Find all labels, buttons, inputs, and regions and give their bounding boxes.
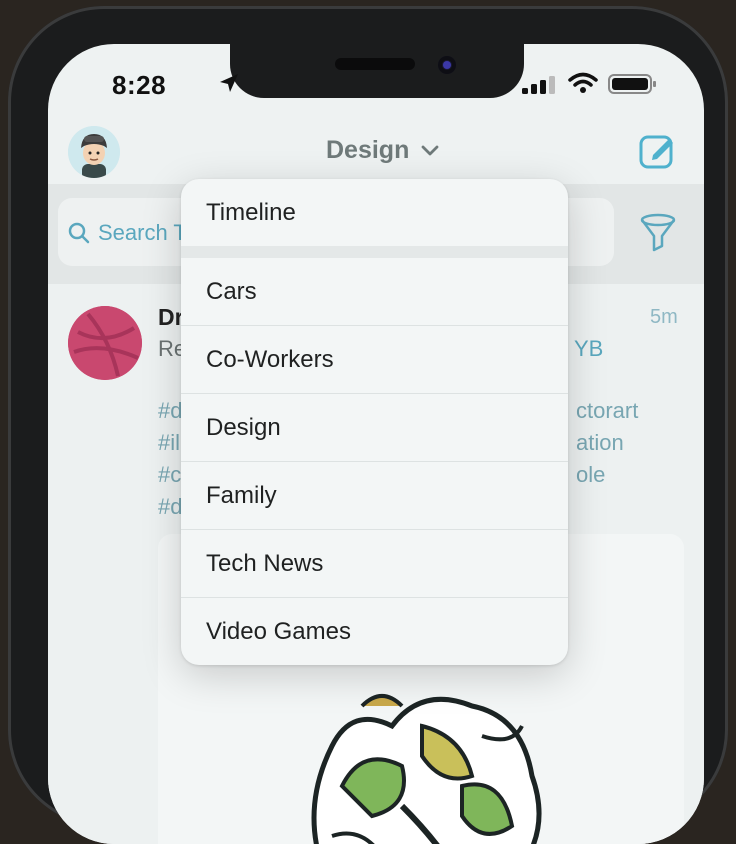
nav-bar: Design: [48, 114, 704, 186]
chevron-down-icon[interactable]: [420, 144, 440, 158]
hashtag-fragment[interactable]: ctorart: [576, 398, 638, 424]
avatar-illustration-icon: [68, 126, 120, 178]
illustration-image: [311, 694, 542, 844]
hashtag[interactable]: #d: [158, 494, 182, 520]
status-time: 8:28: [112, 70, 167, 100]
menu-item-label: Family: [206, 482, 277, 509]
signal-icon: [522, 76, 555, 94]
menu-item-label: Design: [206, 414, 281, 441]
front-camera: [438, 56, 456, 74]
menu-item-co-workers[interactable]: Co-Workers: [181, 326, 568, 394]
hashtag[interactable]: #c: [158, 462, 181, 488]
notch: [230, 44, 524, 98]
menu-section-separator: [181, 246, 568, 258]
tweet-timestamp: 5m: [650, 306, 678, 328]
menu-item-label: Tech News: [206, 550, 324, 577]
compose-icon[interactable]: [638, 132, 676, 170]
menu-item-cars[interactable]: Cars: [181, 258, 568, 326]
menu-item-design[interactable]: Design: [181, 394, 568, 462]
menu-item-label: Cars: [206, 278, 257, 305]
hashtag[interactable]: #d: [158, 398, 182, 424]
menu-item-video-games[interactable]: Video Games: [181, 598, 568, 665]
menu-item-label: Video Games: [206, 618, 351, 645]
dribbble-avatar[interactable]: [68, 306, 142, 380]
menu-item-label: Co-Workers: [206, 346, 334, 373]
menu-item-family[interactable]: Family: [181, 462, 568, 530]
tweet-link[interactable]: YB: [574, 336, 603, 362]
hashtag-fragment[interactable]: ole: [576, 462, 605, 488]
hashtag-fragment[interactable]: ation: [576, 430, 624, 456]
battery-icon: [608, 74, 656, 94]
profile-avatar[interactable]: [68, 126, 120, 178]
list-picker-dropdown: Timeline Cars Co-Workers Design Family T…: [181, 179, 568, 665]
menu-item-tech-news[interactable]: Tech News: [181, 530, 568, 598]
nav-title[interactable]: Design: [326, 136, 409, 165]
speaker-grille: [335, 58, 415, 70]
location-arrow-icon: [220, 74, 238, 92]
wifi-icon: [568, 72, 598, 93]
menu-item-timeline[interactable]: Timeline: [181, 179, 568, 246]
filter-icon[interactable]: [638, 212, 678, 254]
search-icon: [68, 222, 90, 244]
dribbble-ball-icon: [68, 306, 142, 380]
search-placeholder: Search T: [98, 220, 187, 245]
menu-item-label: Timeline: [206, 199, 296, 226]
